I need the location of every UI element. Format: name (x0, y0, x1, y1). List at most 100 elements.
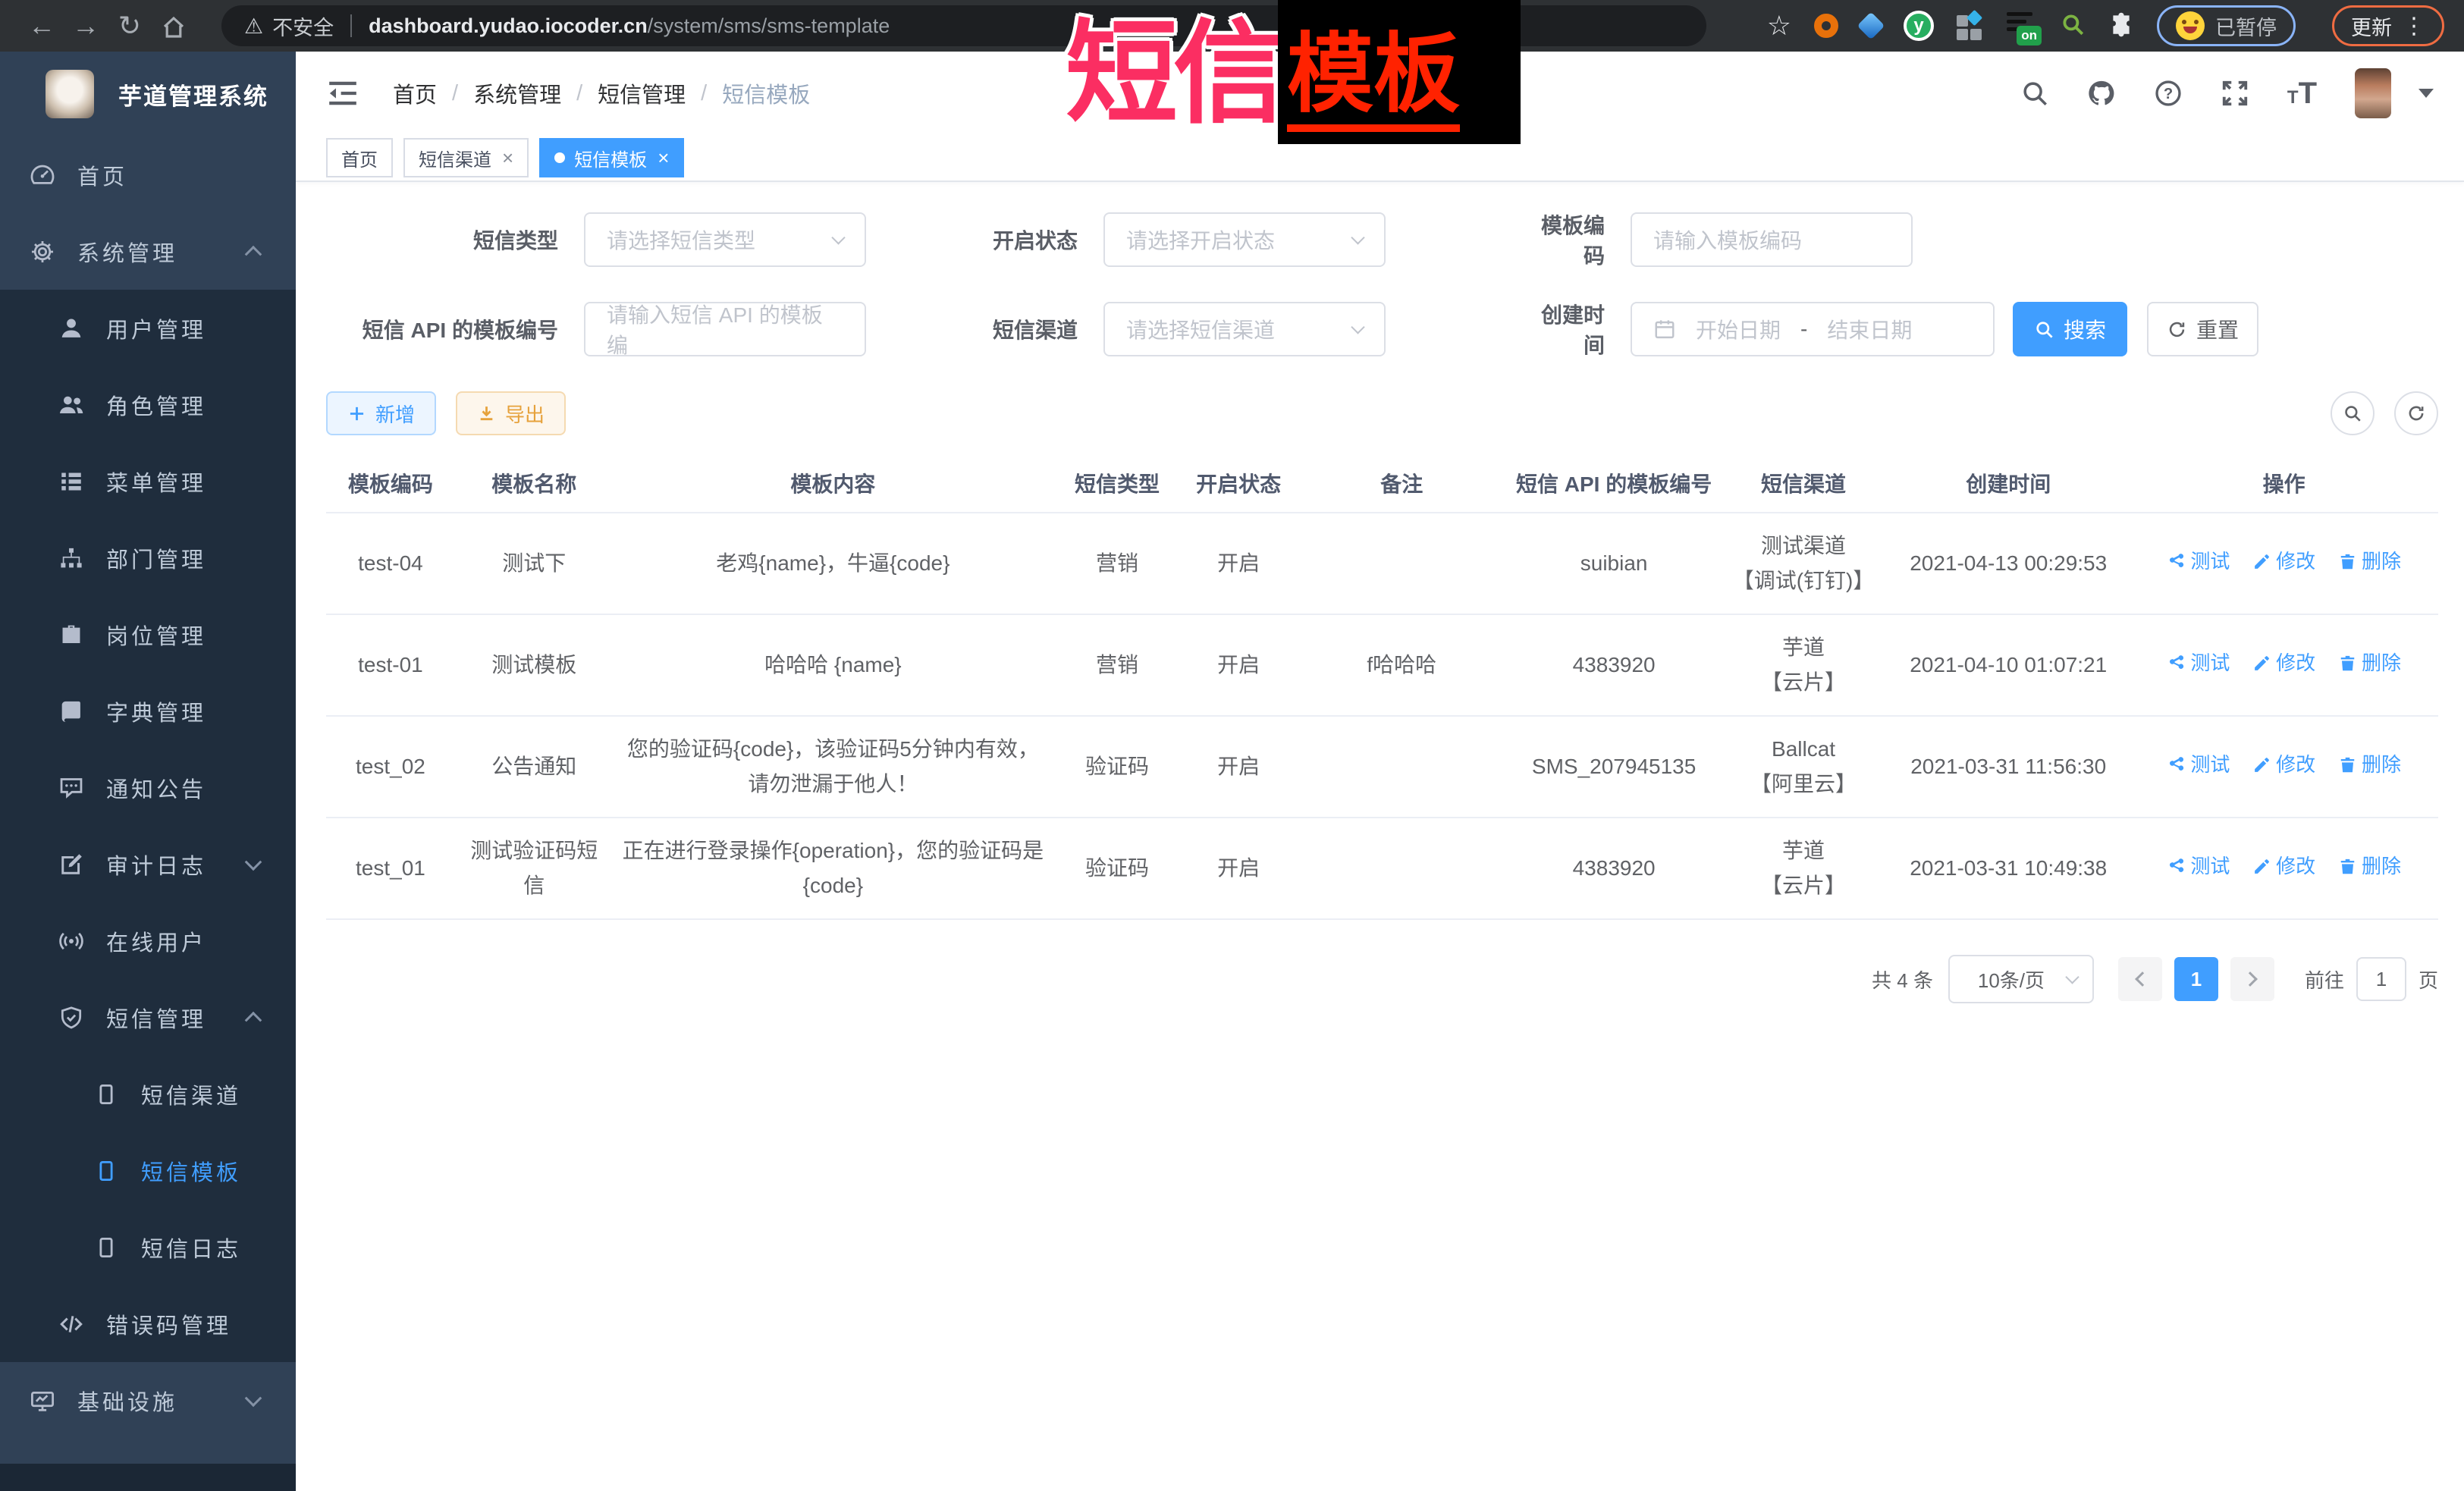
home-icon[interactable] (152, 0, 196, 52)
edit-link[interactable]: 修改 (2252, 545, 2315, 578)
bookmark-star-icon[interactable]: ☆ (1767, 10, 1791, 42)
extensions-puzzle-icon[interactable] (2108, 11, 2134, 41)
back-icon[interactable]: ← (20, 0, 64, 52)
next-page-button[interactable] (2230, 957, 2274, 1001)
avatar-caret-icon[interactable] (2418, 89, 2434, 98)
edit-icon (56, 849, 86, 880)
edit-link[interactable]: 修改 (2252, 850, 2315, 883)
sidebar-item-dept-mgmt[interactable]: 部门管理 (0, 519, 296, 596)
sidebar-item-label: 审计日志 (106, 849, 206, 880)
search-icon[interactable] (2020, 79, 2049, 108)
delete-link[interactable]: 删除 (2338, 545, 2401, 578)
monitor-icon (27, 1386, 58, 1416)
table-row: test_02 公告通知 您的验证码{code}，该验证码5分钟内有效，请勿泄漏… (326, 716, 2438, 818)
security-label: 不安全 (272, 11, 334, 41)
breadcrumb-item[interactable]: 短信管理 / (598, 77, 722, 109)
github-icon[interactable] (2087, 79, 2116, 108)
sidebar-item-sms-mgmt[interactable]: 短信管理 (0, 979, 296, 1056)
search-button[interactable]: 搜索 (2013, 302, 2127, 356)
reload-icon[interactable]: ↻ (108, 0, 152, 52)
chrome-update-button[interactable]: 更新 ⋮ (2332, 5, 2444, 46)
sidebar-item-post-mgmt[interactable]: 岗位管理 (0, 596, 296, 673)
app-title: 芋道管理系统 (118, 77, 268, 111)
sidebar-item-infra[interactable]: 基础设施 (0, 1362, 296, 1439)
test-link[interactable]: 测试 (2167, 749, 2230, 781)
shield-icon (56, 1003, 86, 1033)
reset-button[interactable]: 重置 (2147, 302, 2258, 356)
tab-sms-channel[interactable]: 短信渠道 × (403, 138, 529, 177)
extension-y-icon[interactable]: y (1904, 11, 1934, 41)
api-template-id-input[interactable]: 请输入短信 API 的模板编 (584, 302, 866, 356)
cell-api-template-id: 4383920 (1508, 614, 1720, 716)
sidebar-item-notice[interactable]: 通知公告 (0, 749, 296, 826)
sidebar-item-label: 错误码管理 (106, 1308, 231, 1340)
test-link[interactable]: 测试 (2167, 647, 2230, 680)
sidebar-item-audit-log[interactable]: 审计日志 (0, 826, 296, 902)
breadcrumb-item[interactable]: 系统管理 / (473, 77, 598, 109)
table-row: test-01 测试模板 哈哈哈 {name} 营销 开启 f哈哈哈 43839… (326, 614, 2438, 716)
app-logo-row[interactable]: 芋道管理系统 (0, 52, 296, 137)
tab-home[interactable]: 首页 (326, 138, 393, 177)
sitemap-icon (56, 543, 86, 573)
cell-sms-channel: 芋道 【云片】 (1720, 614, 1887, 716)
cell-actions: 测试 修改 删除 (2130, 614, 2438, 716)
extension-orange-icon[interactable] (1814, 14, 1838, 38)
goto-page-input[interactable]: 1 (2356, 957, 2406, 1001)
edit-link[interactable]: 修改 (2252, 647, 2315, 680)
delete-link[interactable]: 删除 (2338, 749, 2401, 781)
delete-link[interactable]: 删除 (2338, 647, 2401, 680)
column-header: 模板内容 (614, 454, 1053, 513)
extension-grid-icon[interactable] (1957, 12, 1984, 39)
help-icon[interactable]: ? (2154, 79, 2183, 108)
sidebar-item-system-mgmt[interactable]: 系统管理 (0, 213, 296, 290)
sidebar-item-menu-mgmt[interactable]: 菜单管理 (0, 443, 296, 519)
extension-magnifier-icon[interactable] (2060, 11, 2086, 41)
breadcrumb-item[interactable]: 首页 / (393, 77, 473, 109)
page-number-active[interactable]: 1 (2174, 957, 2218, 1001)
test-link[interactable]: 测试 (2167, 545, 2230, 578)
sidebar-item-sms-log[interactable]: 短信日志 (0, 1209, 296, 1285)
sidebar-item-user-mgmt[interactable]: 用户管理 (0, 290, 296, 366)
sms-channel-select[interactable]: 请选择短信渠道 (1103, 302, 1386, 356)
fullscreen-icon[interactable] (2221, 79, 2249, 108)
cell-api-template-id: suibian (1508, 513, 1720, 614)
template-code-input[interactable]: 请输入模板编码 (1631, 212, 1913, 267)
sidebar-item-error-code[interactable]: 错误码管理 (0, 1285, 296, 1362)
page-size-select[interactable]: 10条/页 (1948, 955, 2094, 1003)
address-bar[interactable]: ⚠ 不安全 dashboard.yudao.iocoder.cn/system/… (221, 5, 1706, 46)
toggle-search-icon[interactable] (2331, 391, 2375, 435)
tab-close-icon[interactable]: × (658, 146, 669, 170)
delete-link[interactable]: 删除 (2338, 850, 2401, 883)
extension-kite-icon[interactable] (1857, 12, 1885, 40)
sidebar-item-home[interactable]: 首页 (0, 137, 296, 213)
sidebar-item-role-mgmt[interactable]: 角色管理 (0, 366, 296, 443)
test-link[interactable]: 测试 (2167, 850, 2230, 883)
profile-paused-pill[interactable]: 已暂停 (2157, 5, 2296, 46)
edit-link[interactable]: 修改 (2252, 749, 2315, 781)
extension-list-icon[interactable]: on (2007, 11, 2037, 41)
open-status-select[interactable]: 请选择开启状态 (1103, 212, 1386, 267)
prev-page-button[interactable] (2118, 957, 2162, 1001)
user-avatar[interactable] (2355, 68, 2391, 118)
tab-close-icon[interactable]: × (502, 146, 513, 170)
refresh-icon[interactable] (2394, 391, 2438, 435)
add-button[interactable]: 新增 (326, 391, 436, 435)
cell-api-template-id: 4383920 (1508, 818, 1720, 919)
tab-sms-template[interactable]: 短信模板 × (539, 138, 684, 177)
font-size-icon[interactable]: TT (2287, 77, 2317, 111)
create-time-range-picker[interactable]: 开始日期 - 结束日期 (1631, 302, 1995, 356)
breadcrumb: 首页 / 系统管理 / 短信管理 / 短信模板 (393, 77, 810, 109)
sidebar-item-dict-mgmt[interactable]: 字典管理 (0, 673, 296, 749)
collapse-sidebar-icon[interactable] (326, 79, 359, 108)
forward-icon[interactable]: → (64, 0, 108, 52)
sidebar-item-online-users[interactable]: 在线用户 (0, 902, 296, 979)
sidebar-item-sms-template[interactable]: 短信模板 (0, 1132, 296, 1209)
browser-menu-icon[interactable]: ⋮ (2403, 13, 2425, 39)
breadcrumb-separator: / (576, 81, 582, 106)
breadcrumb-item[interactable]: 短信模板 (722, 77, 810, 109)
export-button[interactable]: 导出 (456, 391, 566, 435)
chevron-icon (245, 1389, 262, 1407)
sms-type-select[interactable]: 请选择短信类型 (584, 212, 866, 267)
svg-text:?: ? (2164, 86, 2173, 102)
sidebar-item-sms-channel[interactable]: 短信渠道 (0, 1056, 296, 1132)
